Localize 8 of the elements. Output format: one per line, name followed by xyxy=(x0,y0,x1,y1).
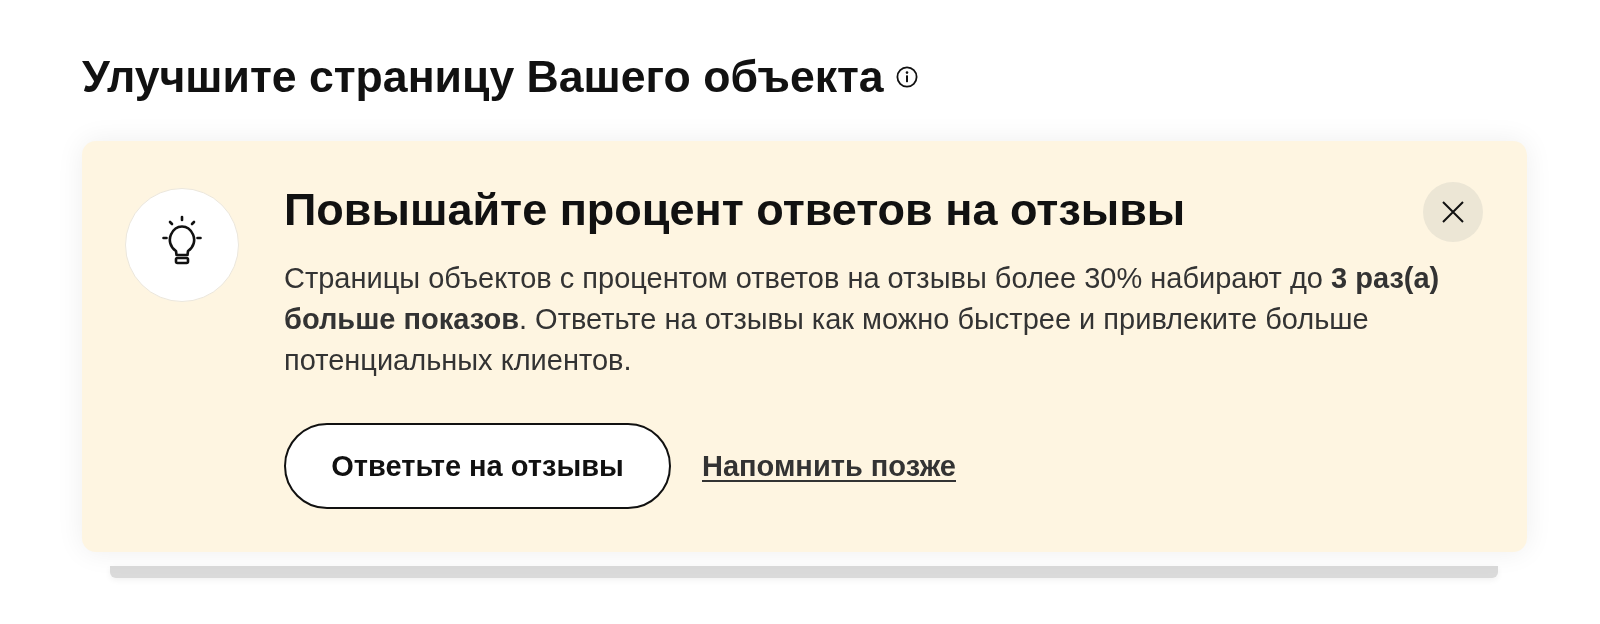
section-title: Улучшите страницу Вашего объекта xyxy=(82,51,884,103)
reply-reviews-button[interactable]: Ответьте на отзывы xyxy=(284,423,671,509)
lightbulb-icon xyxy=(125,188,239,302)
remind-later-link[interactable]: Напомнить позже xyxy=(702,449,956,483)
close-icon xyxy=(1442,201,1464,223)
card-description: Страницы объектов с процентом ответов на отзывы более 30% набирают до 3 раз(а) больше показов. Ответьте на отзывы как можно быстрее и привлеките больше потенциальных клиентов. xyxy=(284,261,1441,378)
card-title: Повышайте процент ответов на отзывы xyxy=(284,183,1186,237)
info-icon[interactable] xyxy=(895,66,918,88)
